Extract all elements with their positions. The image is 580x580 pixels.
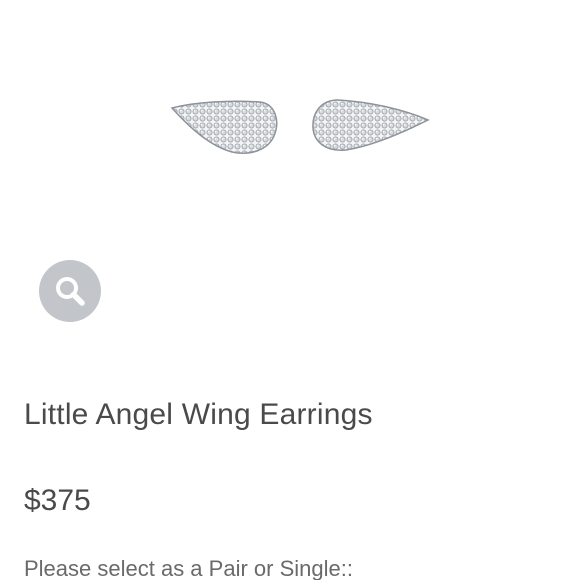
product-page: Little Angel Wing Earrings $375 Please s… (0, 0, 580, 580)
magnifier-icon (56, 277, 85, 306)
zoom-button[interactable] (39, 260, 101, 322)
earrings-image (170, 99, 430, 154)
right-wing-earring (312, 99, 430, 151)
product-price: $375 (24, 484, 91, 517)
left-wing-earring (170, 100, 278, 154)
product-title: Little Angel Wing Earrings (24, 398, 373, 431)
pair-or-single-label: Please select as a Pair or Single:: (24, 556, 353, 580)
